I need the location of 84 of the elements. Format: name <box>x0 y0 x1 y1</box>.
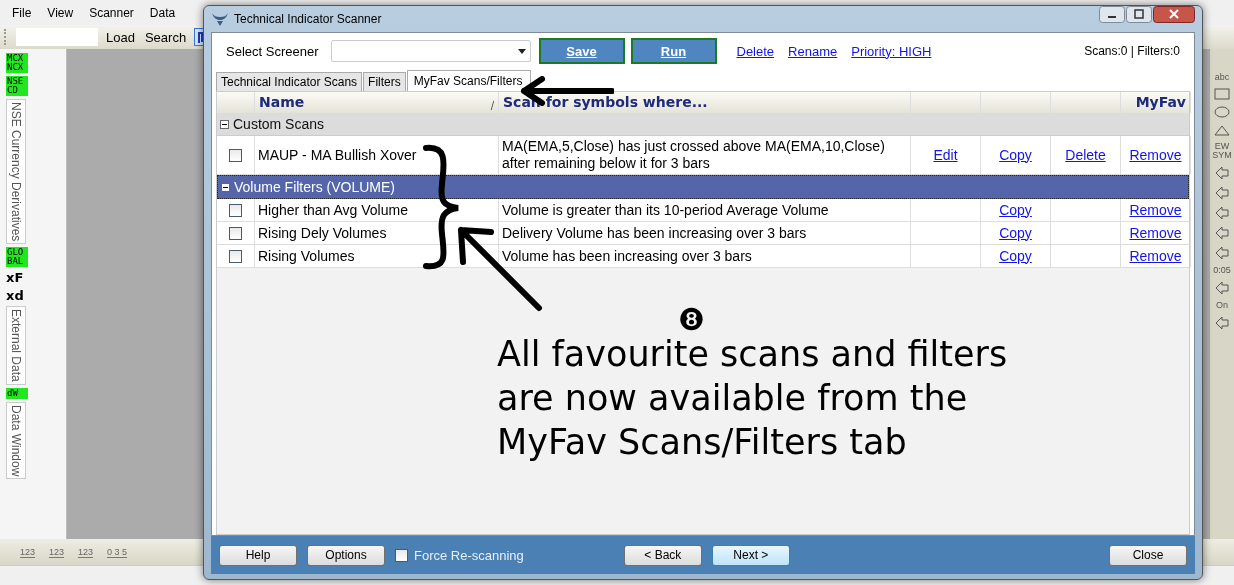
arrow-icon[interactable] <box>1214 166 1230 180</box>
table-cell: Volume has been increasing over 3 bars <box>499 245 911 267</box>
toolbar-button[interactable]: 123 <box>78 546 94 558</box>
maximize-button[interactable] <box>1126 6 1152 23</box>
arrow-icon[interactable] <box>1214 206 1230 220</box>
arrow-icon[interactable] <box>1214 186 1230 200</box>
window-title: Technical Indicator Scanner <box>234 12 382 26</box>
link[interactable]: Priority: HIGH <box>851 43 932 59</box>
checkbox-label: Force Re-scanning <box>414 547 524 563</box>
link[interactable]: Rename <box>788 43 838 59</box>
menu-item[interactable]: Scanner <box>89 5 134 20</box>
collapse-icon[interactable] <box>220 119 229 129</box>
footer-button[interactable]: Options <box>307 544 385 566</box>
exchange-badge[interactable]: MCX NCX <box>6 53 28 73</box>
action-button[interactable]: Run <box>630 38 717 64</box>
tab[interactable]: Technical Indicator Scans <box>216 72 363 91</box>
tab[interactable]: MyFav Scans/Filters <box>406 70 532 91</box>
checkbox[interactable] <box>229 249 242 263</box>
toolbar-button[interactable]: Load <box>104 29 137 45</box>
link[interactable]: Delete <box>1065 146 1106 164</box>
table-cell: Higher than Avg Volume <box>255 199 499 221</box>
table-cell: MA(EMA,5,Close) has just crossed above MA(EMA,10,Close) after remaining below it for 3 bars <box>499 136 911 174</box>
sort-icon: / <box>490 100 494 111</box>
exchange-badge[interactable]: dW <box>6 388 28 400</box>
menu-item[interactable]: View <box>47 5 74 20</box>
checkbox[interactable] <box>229 203 242 217</box>
formula-button[interactable]: xF <box>6 270 26 286</box>
exchange-badge[interactable]: GLO BAL <box>6 247 28 268</box>
collapse-icon[interactable] <box>221 182 230 192</box>
link[interactable]: Copy <box>999 247 1032 265</box>
link[interactable]: Copy <box>999 224 1032 242</box>
table-cell: Rising Dely Volumes <box>255 222 499 244</box>
dropdown-arrow-icon <box>517 48 526 54</box>
link[interactable]: Copy <box>999 201 1032 219</box>
checkbox[interactable] <box>229 226 242 240</box>
group-row[interactable]: Custom Scans <box>217 113 1189 136</box>
toolbar-button[interactable]: Search <box>142 29 189 45</box>
table-cell: Volume is greater than its 10-period Average Volume <box>499 199 911 221</box>
action-button[interactable]: Save <box>538 38 625 64</box>
link[interactable]: Remove <box>1129 224 1182 242</box>
scan-count: Scans:0 | Filters:0 <box>1084 44 1180 58</box>
arrow-icon[interactable] <box>1214 316 1230 330</box>
panel-tab[interactable]: NSE Currency Derivatives <box>6 99 26 245</box>
toolbar-button[interactable]: 0 3 5 <box>107 546 128 558</box>
exchange-badge[interactable]: NSE CD <box>6 76 28 96</box>
tab[interactable]: Filters <box>363 72 406 91</box>
footer-button[interactable]: < Back <box>623 544 702 566</box>
toolbar-button[interactable]: 123 <box>20 546 36 558</box>
arrow-icon[interactable] <box>1214 226 1230 240</box>
link[interactable]: Copy <box>999 146 1032 164</box>
link[interactable]: Edit <box>933 146 958 164</box>
footer-button[interactable]: Help <box>219 544 297 566</box>
toolbar-button[interactable]: abc <box>1211 73 1233 82</box>
formula-button[interactable]: xd <box>6 288 26 304</box>
footer-button[interactable]: Close <box>1109 544 1187 566</box>
search-field[interactable] <box>16 28 98 46</box>
arrow-icon[interactable] <box>1214 246 1230 260</box>
minimize-button[interactable] <box>1099 6 1125 23</box>
panel-tab[interactable]: Data Window <box>6 402 26 480</box>
toolbar-button[interactable]: EW SYM <box>1211 142 1233 160</box>
table-cell: MAUP - MA Bullish Xover <box>255 136 499 174</box>
link[interactable]: Remove <box>1129 146 1182 164</box>
group-label: Volume Filters (VOLUME) <box>234 179 396 195</box>
link[interactable]: Remove <box>1129 247 1182 265</box>
link[interactable]: Delete <box>736 43 775 59</box>
toolbar-button[interactable]: On <box>1211 301 1233 310</box>
menu-item[interactable]: Data <box>149 5 176 20</box>
group-row[interactable]: Volume Filters (VOLUME) <box>217 175 1189 199</box>
toolbar-button[interactable]: 0:05 <box>1211 266 1233 275</box>
ellipse-icon[interactable] <box>1214 106 1230 118</box>
triangle-icon[interactable] <box>1214 124 1230 136</box>
footer-button[interactable]: Next > <box>711 544 790 566</box>
arrow-icon[interactable] <box>1214 281 1230 295</box>
table-cell: Rising Volumes <box>255 245 499 267</box>
checkbox[interactable] <box>395 548 408 562</box>
menu-item[interactable]: File <box>12 5 32 20</box>
panel-tab[interactable]: External Data <box>6 306 26 386</box>
checkbox[interactable] <box>229 148 242 162</box>
close-button[interactable] <box>1153 6 1195 23</box>
group-label: Custom Scans <box>233 116 325 132</box>
link[interactable]: Remove <box>1129 201 1182 219</box>
table-cell: Delivery Volume has been increasing over 3 bars <box>499 222 911 244</box>
toolbar-button[interactable]: 123 <box>49 546 65 558</box>
field-label: Select Screener <box>226 43 319 59</box>
